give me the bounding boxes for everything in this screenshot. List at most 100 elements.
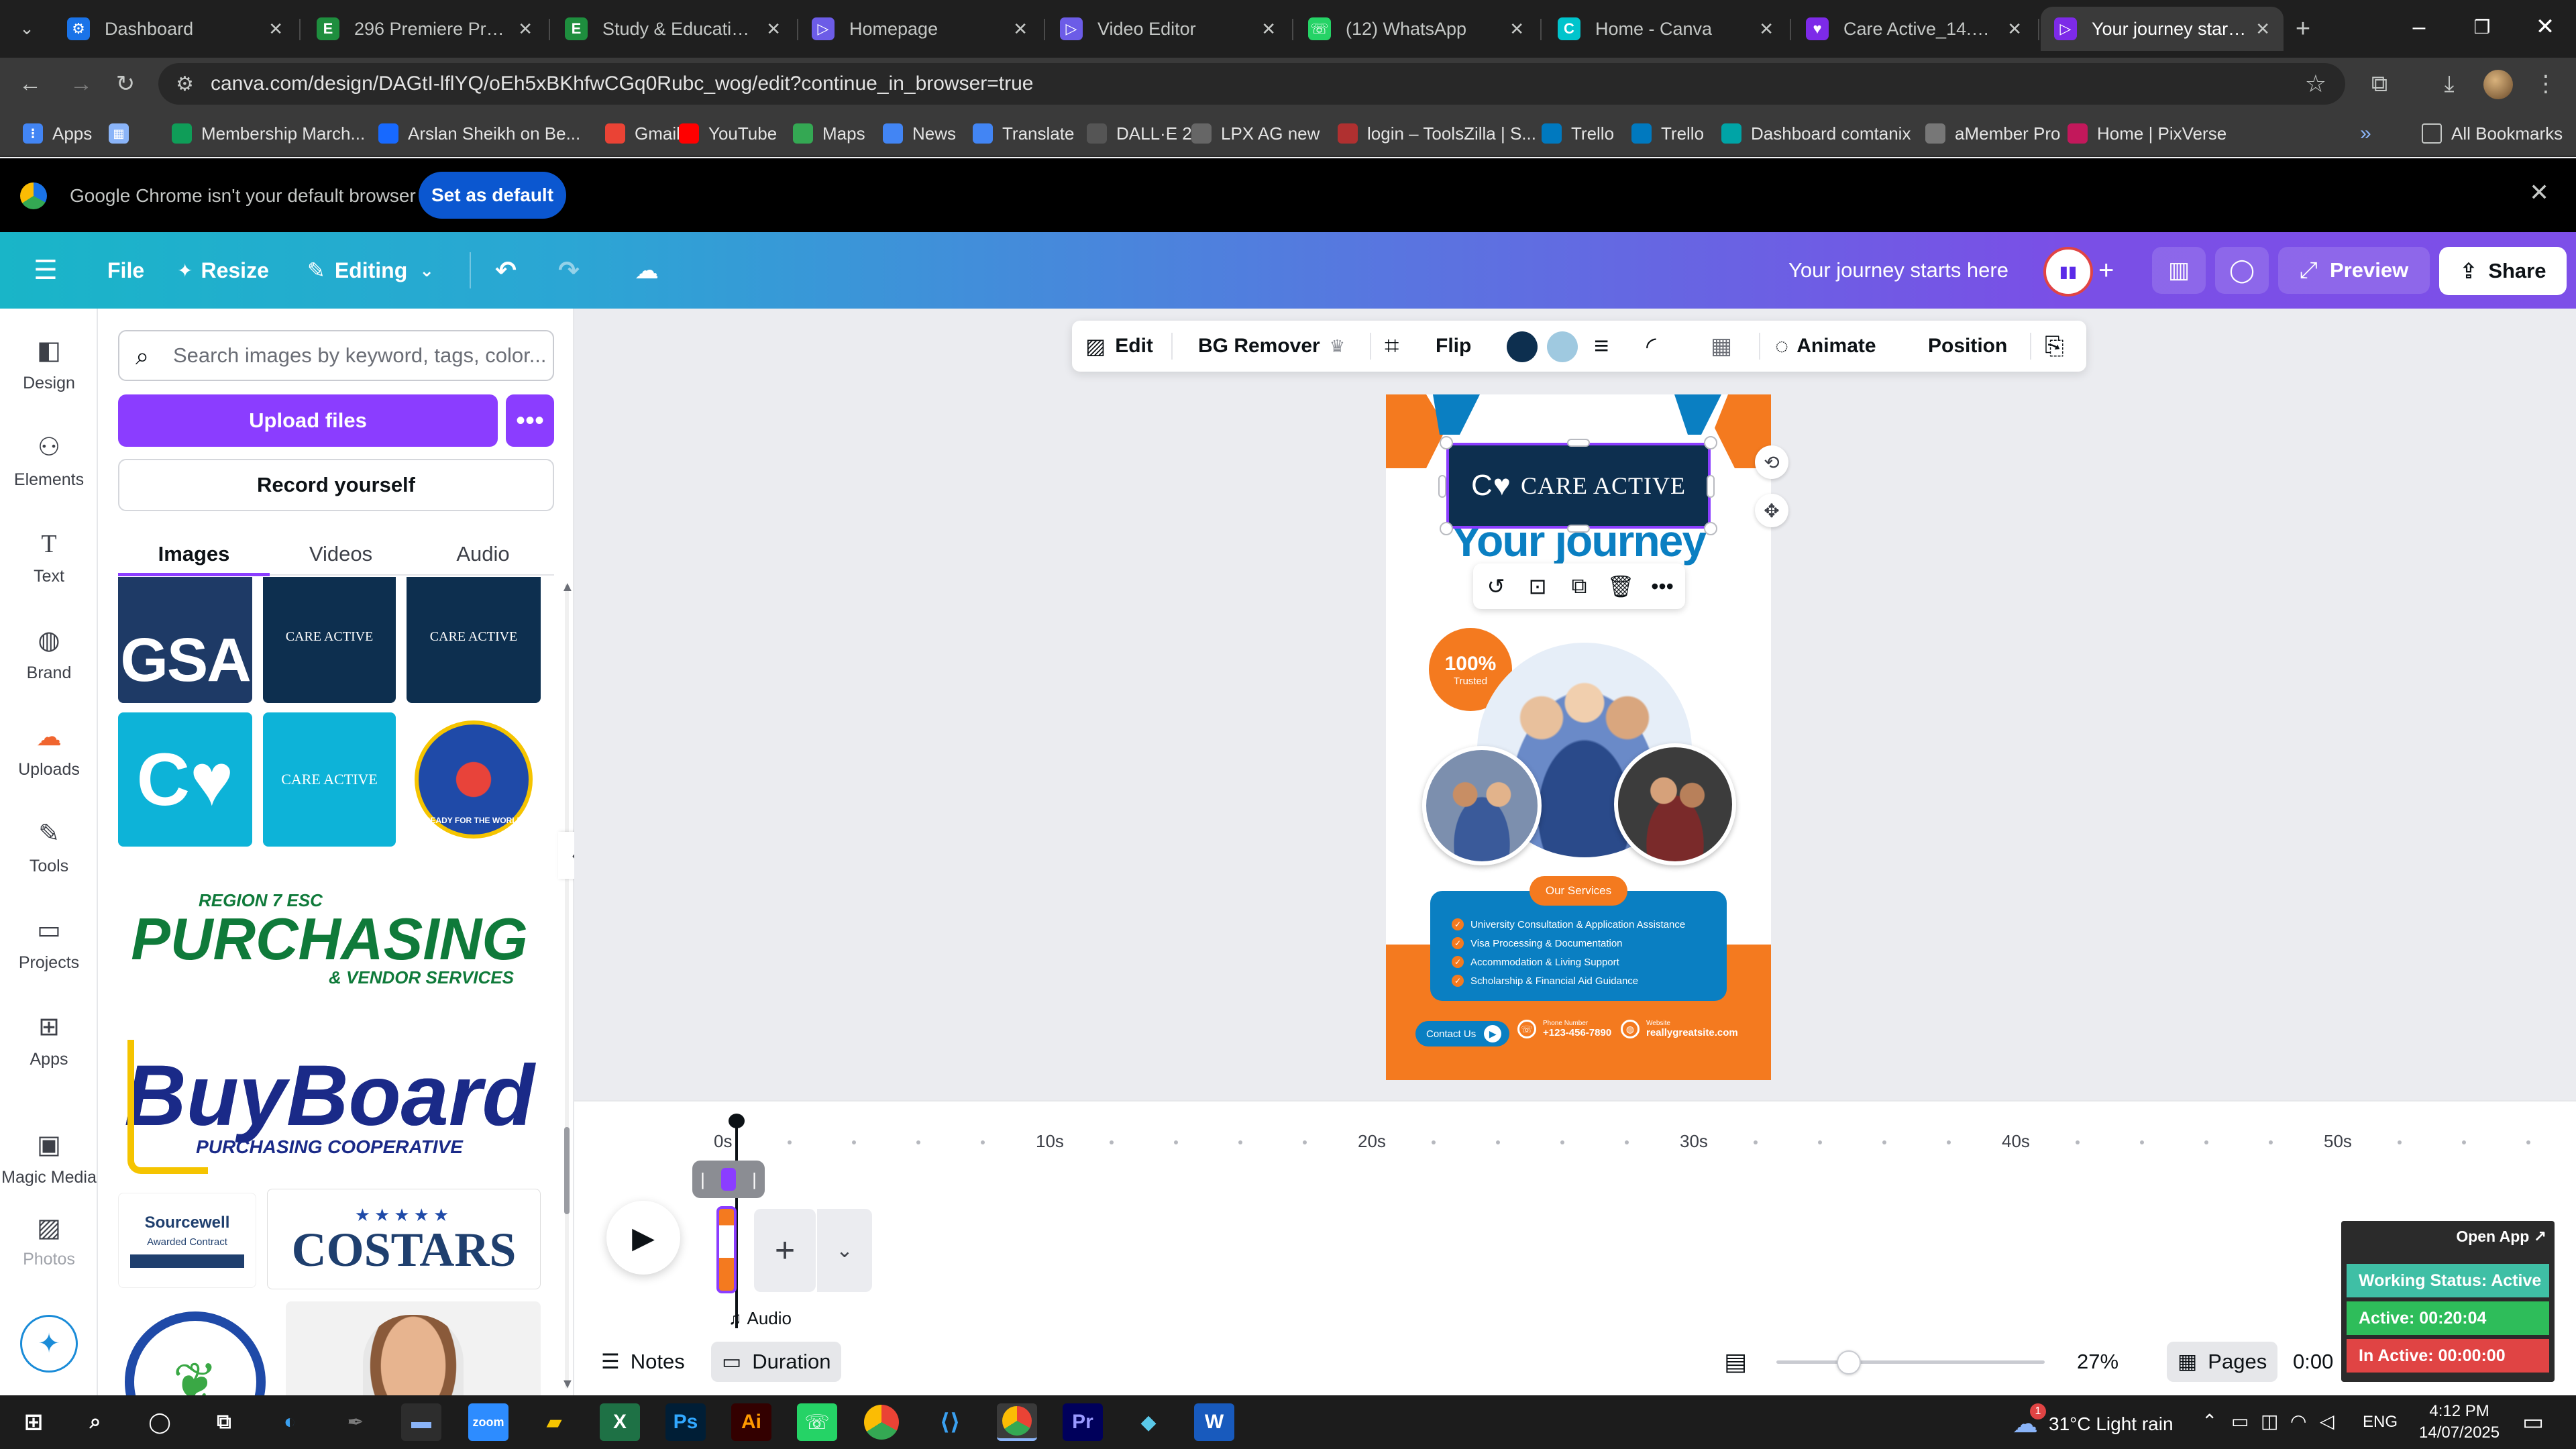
flip-button[interactable]: Flip [1436,321,1471,372]
services-title[interactable]: Our Services [1529,876,1627,906]
new-tab-button[interactable]: + [2286,12,2320,46]
tab-8[interactable]: ▷ Your journey starts he ✕ [2041,7,2284,51]
volume-icon[interactable]: ◁ [2320,1410,2334,1432]
zoom-level[interactable]: 27% [2077,1342,2118,1382]
tab-3[interactable]: ▷ Homepage ✕ [798,7,1041,51]
illustrator-icon[interactable]: Ai [731,1403,771,1441]
upload-tile-care-active-teal[interactable]: CARE ACTIVE [263,712,396,847]
chrome-active-icon[interactable] [997,1403,1037,1441]
wifi-icon[interactable]: ◠ [2290,1410,2306,1432]
rail-uploads[interactable]: ☁ Uploads [0,708,98,792]
students-photo-right[interactable] [1614,743,1736,865]
tab-images[interactable]: Images [118,534,270,574]
notes-button[interactable]: ☰ Notes [601,1342,685,1382]
file-menu[interactable]: File [107,251,144,290]
design-title[interactable]: Your journey starts here [1788,251,2008,290]
tab-6[interactable]: C Home - Canva ✕ [1544,7,1787,51]
restore-icon[interactable]: ❐ [2451,0,2513,54]
color-swatch-navy[interactable] [1507,331,1538,362]
delete-icon[interactable]: 🗑 [1603,570,1638,602]
bookmark-star-icon[interactable]: ☆ [2305,70,2326,98]
students-photo-left[interactable] [1422,746,1542,865]
rail-magic-media[interactable]: ▣ Magic Media [0,1116,98,1199]
resize-handle[interactable] [1704,522,1717,535]
bg-remover-button[interactable]: BG Remover ♛ [1198,321,1345,372]
magic-assistant-icon[interactable]: ✦ [20,1315,78,1373]
bookmark-7[interactable]: News [883,119,956,148]
bookmark-10[interactable]: LPX AG new [1191,119,1320,148]
image-search-input[interactable]: ⌕ Search images by keyword, tags, color.… [118,330,554,381]
comment-add-icon[interactable]: ↺ [1479,570,1513,602]
upload-more-icon[interactable]: ••• [506,394,554,447]
preview-button[interactable]: ⤢ Preview [2278,247,2430,294]
team-avatar[interactable]: ▮▮ [2043,247,2093,297]
bookmark-11[interactable]: login – ToolsZilla | S... [1338,119,1536,148]
close-tab-icon[interactable]: ✕ [518,19,533,40]
tab-7[interactable]: ♥ Care Active_14.7.25 (✕ [1792,7,2035,51]
page-thumbnail[interactable] [716,1206,737,1293]
close-infobar-icon[interactable]: ✕ [2529,178,2549,207]
page-trim-handle[interactable]: | | [692,1161,765,1198]
notifications-icon[interactable]: ▭ [2522,1409,2544,1436]
cortana-icon[interactable]: ◯ [140,1403,180,1441]
photoshop-icon[interactable]: Ps [665,1403,706,1441]
upload-tile-sourcewell[interactable]: Sourcewell Awarded Contract [118,1193,256,1288]
close-tab-icon[interactable]: ✕ [1509,19,1524,40]
close-tab-icon[interactable]: ✕ [1759,19,1774,40]
edge-icon[interactable]: ◐ [270,1403,310,1441]
tab-2[interactable]: E Study & Education Sl ✕ [551,7,794,51]
upload-tile-care-active-icon[interactable]: C♥ [118,712,252,847]
main-menu-icon[interactable]: ☰ [34,251,58,290]
tab-1[interactable]: E 296 Premiere Pro Stu ✕ [303,7,546,51]
tab-search-chevron-icon[interactable]: ⌄ [12,13,42,43]
upload-tile-gsa[interactable]: GSA [118,577,252,703]
minimize-icon[interactable]: – [2388,0,2450,54]
resize-button[interactable]: ✦ Resize [177,251,269,290]
panel-scrollbar[interactable] [564,584,570,1389]
clock[interactable]: 4:12 PM 14/07/2025 [2419,1401,2500,1444]
close-window-icon[interactable]: ✕ [2514,0,2576,54]
insights-icon[interactable]: ▥ [2152,247,2206,294]
resize-handle[interactable] [1440,522,1453,535]
bookmark-15[interactable]: aMember Pro [1925,119,2061,148]
close-tab-icon[interactable]: ✕ [1261,19,1276,40]
bookmark-12[interactable]: Trello [1542,119,1614,148]
bookmark-2[interactable]: Membership March... [172,119,365,148]
tab-4[interactable]: ▷ Video Editor ✕ [1046,7,1289,51]
upload-tile-buyboard[interactable]: BuyBoard PURCHASING COOPERATIVE [118,1030,541,1183]
upload-tile-la-unified[interactable]: READY FOR THE WORLD [407,712,541,847]
close-tab-icon[interactable]: ✕ [2255,19,2270,40]
upload-tile-care-active-dark-2[interactable]: CARE ACTIVE [407,577,541,703]
upload-tile-portrait[interactable] [286,1301,541,1395]
transparency-icon[interactable]: ▦ [1711,321,1732,372]
all-bookmarks[interactable]: All Bookmarks [2422,119,2563,148]
bookmark-14[interactable]: Dashboard comtanix [1721,119,1911,148]
download-icon[interactable]: ⤓ [2432,67,2466,101]
scroll-down-icon[interactable]: ▼ [561,1377,574,1392]
duplicate-icon[interactable]: ⧉ [1562,570,1597,602]
pages-button[interactable]: ▦ Pages [2167,1342,2278,1382]
audio-track-label[interactable]: ♫ Audio [729,1308,792,1329]
tab-videos[interactable]: Videos [270,534,412,574]
bookmark-3[interactable]: Arslan Sheikh on Be... [378,119,580,148]
resize-handle-right[interactable] [1707,475,1715,498]
vscode-icon[interactable]: ⟨⟩ [930,1403,970,1441]
tab-audio[interactable]: Audio [412,534,554,574]
word-icon[interactable]: W [1194,1403,1234,1441]
rail-brand[interactable]: ◍ Brand [0,612,98,695]
page-options-chevron-icon[interactable]: ⌄ [817,1209,872,1292]
tray-network-icon[interactable]: ◫ [2261,1410,2278,1432]
premiere-icon[interactable]: Pr [1063,1403,1103,1441]
tray-device-icon[interactable]: ▭ [2231,1410,2249,1432]
excel-icon[interactable]: X [600,1403,640,1441]
tray-chevron-icon[interactable]: ⌃ [2202,1410,2217,1432]
bookmark-6[interactable]: Maps [793,119,865,148]
undo-icon[interactable]: ↶ [495,251,517,290]
close-tab-icon[interactable]: ✕ [2007,19,2022,40]
zoom-slider-track[interactable] [1776,1360,2045,1364]
terminal-icon[interactable]: ▬ [401,1403,441,1441]
crop-icon[interactable]: ⌗ [1385,321,1399,372]
duration-button[interactable]: ▭ Duration [711,1342,842,1382]
whatsapp-icon[interactable]: ☏ [797,1403,837,1441]
editing-mode-button[interactable]: ✎ Editing ⌄ [307,251,434,290]
